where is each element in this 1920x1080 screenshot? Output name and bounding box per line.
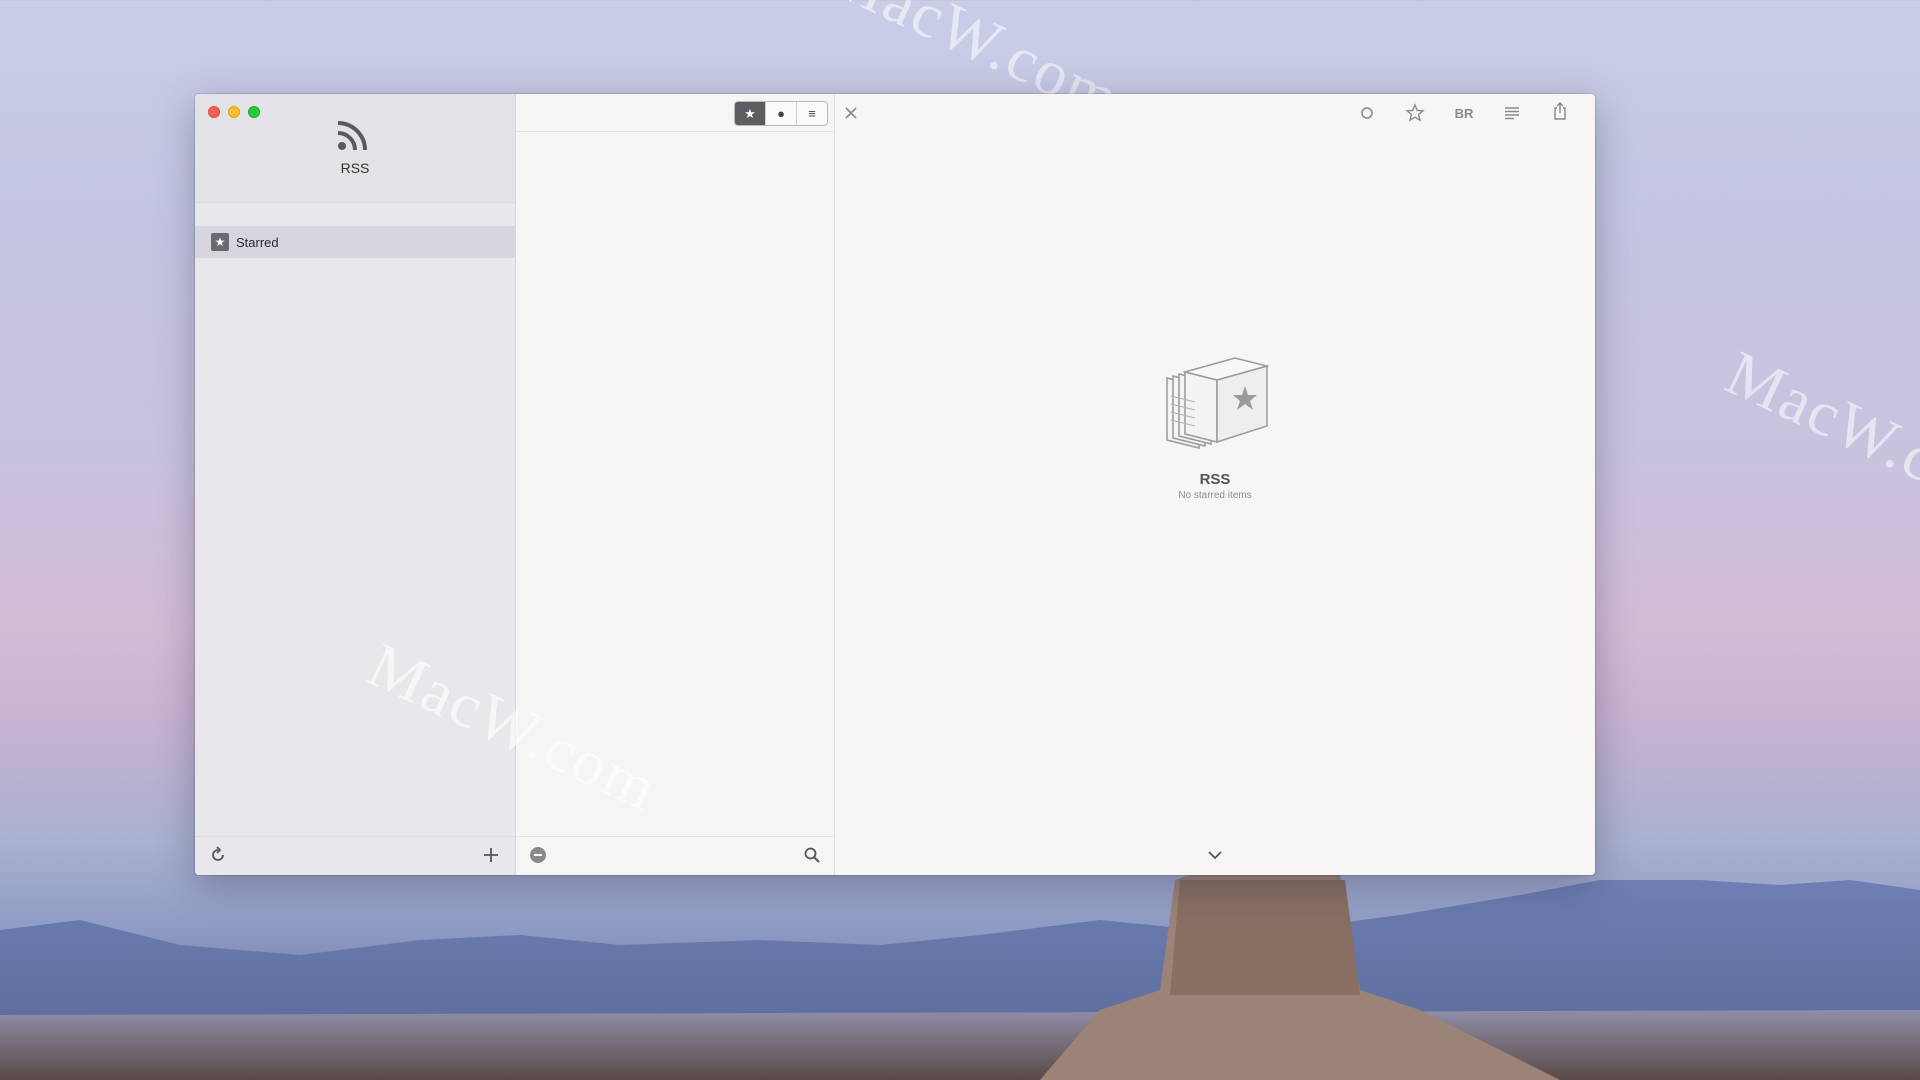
zoom-window-button[interactable] <box>248 106 260 118</box>
list-footer <box>516 836 834 875</box>
star-outline-icon[interactable] <box>1405 103 1425 123</box>
filter-unread-dot-icon[interactable]: ● <box>766 102 797 125</box>
sidebar-header: RSS <box>195 94 515 203</box>
reader-pane: BR RSS No starred items <box>835 94 1595 875</box>
filter-all-lines-icon[interactable]: ≡ <box>797 102 827 125</box>
sidebar: RSS ★ Starred <box>195 94 516 875</box>
circle-icon[interactable] <box>1357 103 1377 123</box>
star-icon: ★ <box>211 233 229 251</box>
empty-state: RSS No starred items <box>835 356 1595 501</box>
sidebar-item-starred[interactable]: ★ Starred <box>195 226 515 258</box>
app-window: RSS ★ Starred ★ ● ≡ BR RSS No starred it… <box>195 94 1595 875</box>
close-window-button[interactable] <box>208 106 220 118</box>
minus-circle-icon[interactable] <box>528 845 548 865</box>
sidebar-item-label: Starred <box>236 234 279 250</box>
br-icon[interactable]: BR <box>1451 103 1477 123</box>
br-label: BR <box>1454 105 1474 121</box>
list-header: ★ ● ≡ <box>516 94 834 132</box>
empty-state-title: RSS <box>1199 471 1231 488</box>
starred-archive-icon <box>1166 357 1270 449</box>
list-icon[interactable] <box>1502 103 1522 123</box>
filter-segmented-control: ★ ● ≡ <box>734 101 828 126</box>
reader-toolbar: BR <box>835 94 1595 131</box>
filter-starred-star-icon[interactable]: ★ <box>735 102 766 125</box>
app-title: RSS <box>340 160 370 176</box>
share-icon[interactable] <box>1550 101 1570 121</box>
minimize-window-button[interactable] <box>228 106 240 118</box>
empty-state-subtitle: No starred items <box>1178 490 1252 501</box>
sidebar-footer <box>195 836 515 875</box>
close-icon[interactable] <box>841 103 861 123</box>
search-icon[interactable] <box>802 845 822 865</box>
article-list-pane: ★ ● ≡ <box>516 94 835 875</box>
refresh-icon[interactable] <box>208 845 228 865</box>
plus-icon[interactable] <box>481 845 501 865</box>
window-controls <box>208 106 260 118</box>
chevron-down-icon[interactable] <box>1205 845 1225 865</box>
rss-icon <box>337 121 367 151</box>
